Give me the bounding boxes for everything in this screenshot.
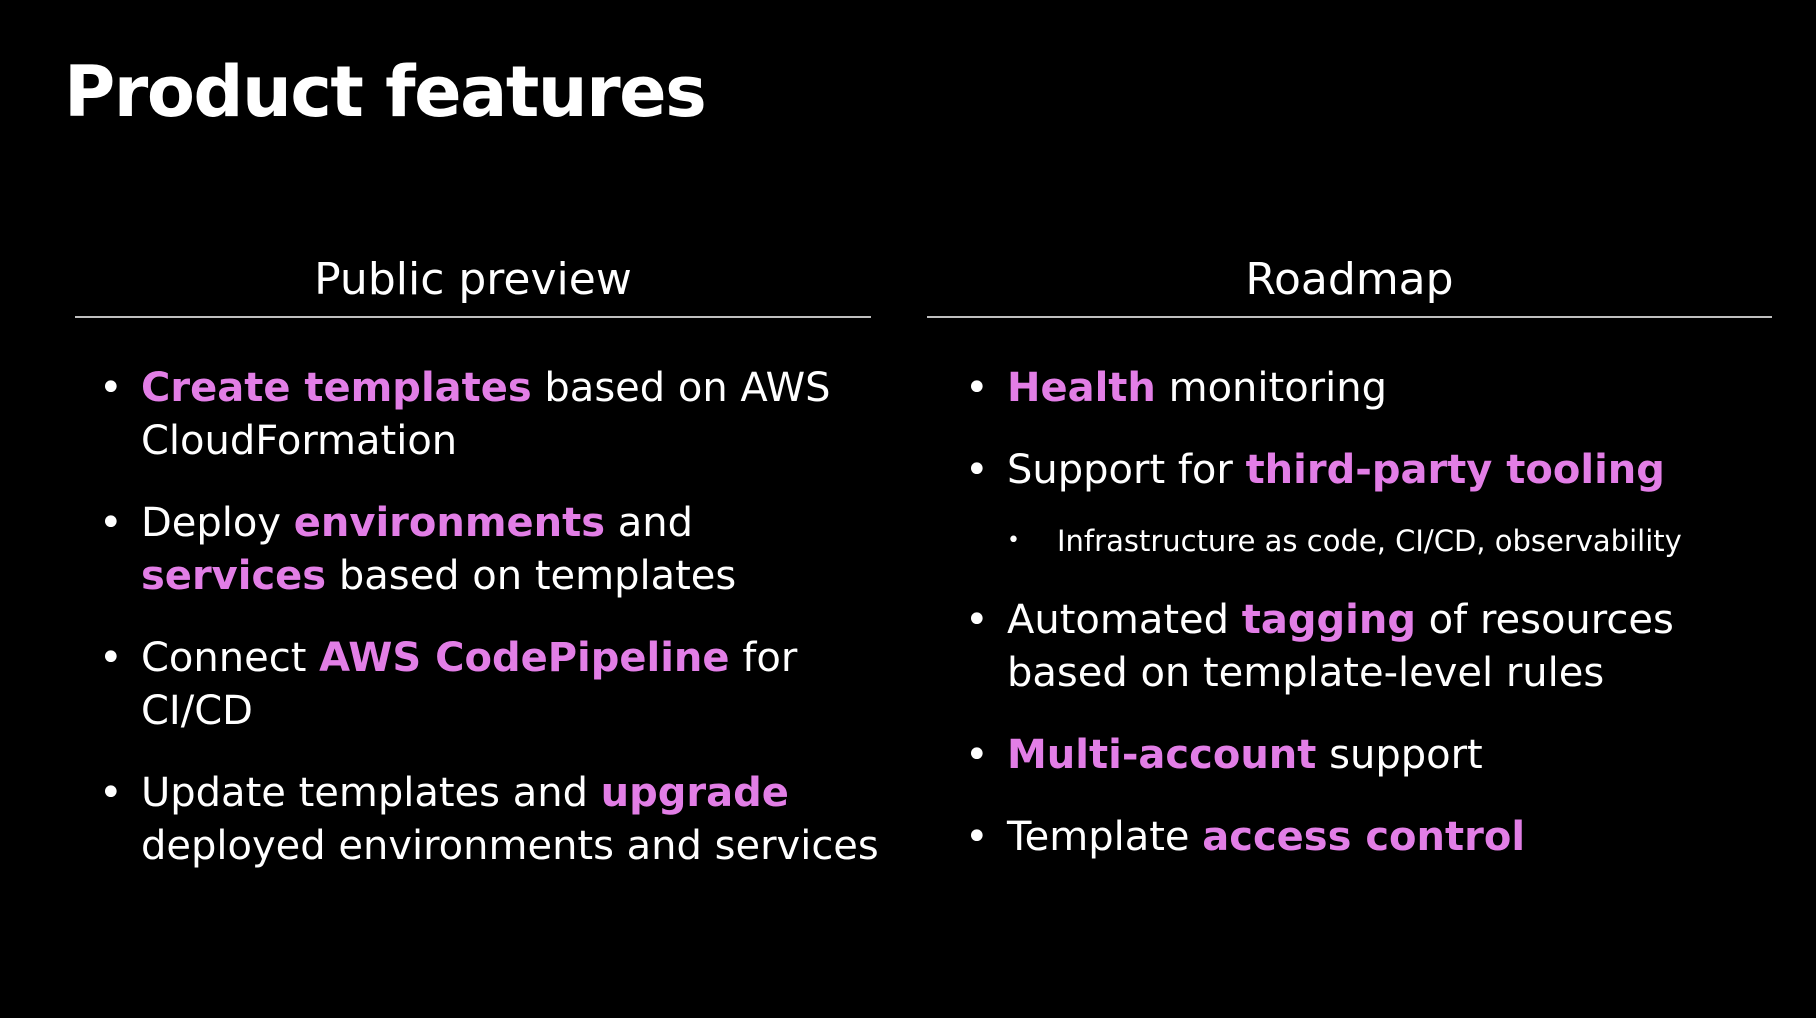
highlight-text: Multi-account — [1007, 732, 1317, 778]
list-item: • Support for third-party tooling — [965, 444, 1767, 497]
bullet-icon: • — [99, 770, 123, 816]
sub-item-text: Infrastructure as code, CI/CD, observabi… — [1057, 524, 1682, 558]
list-item: • Automated tagging of resources based o… — [965, 594, 1767, 700]
highlight-text: upgrade — [600, 770, 789, 816]
list-item: • Multi-account support — [965, 729, 1767, 782]
highlight-text: access control — [1202, 814, 1526, 860]
list-item: • Connect AWS CodePipeline for CI/CD — [99, 632, 881, 738]
public-preview-column: Public preview • Create templates based … — [75, 252, 879, 902]
slide-title: Product features — [64, 51, 707, 133]
bullet-icon: • — [99, 635, 123, 681]
public-preview-list: • Create templates based on AWS CloudFor… — [75, 362, 879, 873]
highlight-text: services — [141, 553, 327, 599]
item-text: based on templates — [326, 553, 737, 599]
item-text: monitoring — [1155, 365, 1387, 411]
bullet-icon: • — [99, 365, 123, 411]
list-item: • Template access control — [965, 811, 1767, 864]
roadmap-heading: Roadmap — [1245, 254, 1454, 305]
highlight-text: third-party tooling — [1245, 447, 1665, 493]
item-text: Automated — [1007, 597, 1242, 643]
list-item: • Update templates and upgrade deployed … — [99, 767, 881, 873]
highlight-text: AWS CodePipeline — [319, 635, 730, 681]
item-text: support — [1316, 732, 1483, 778]
sub-list-item: • Infrastructure as code, CI/CD, observa… — [1007, 522, 1772, 560]
item-text: Update templates and — [141, 770, 601, 816]
item-text: Deploy — [141, 500, 294, 546]
roadmap-divider — [927, 316, 1772, 318]
bullet-icon: • — [965, 447, 989, 493]
bullet-icon: • — [965, 597, 989, 643]
item-text: Connect — [141, 635, 320, 681]
highlight-text: tagging — [1241, 597, 1416, 643]
highlight-text: Create templates — [141, 365, 532, 411]
list-item: • Health monitoring — [965, 362, 1767, 415]
bullet-icon: • — [99, 500, 123, 546]
highlight-text: environments — [293, 500, 606, 546]
roadmap-column: Roadmap • Health monitoring • Support fo… — [927, 252, 1772, 893]
bullet-icon: • — [965, 814, 989, 860]
bullet-icon: • — [965, 732, 989, 778]
public-preview-heading: Public preview — [314, 254, 632, 305]
item-text: Template — [1007, 814, 1203, 860]
highlight-text: Health — [1007, 365, 1156, 411]
item-text: Support for — [1007, 447, 1246, 493]
bullet-icon: • — [965, 365, 989, 411]
list-item: • Create templates based on AWS CloudFor… — [99, 362, 881, 468]
item-text: and — [605, 500, 694, 546]
bullet-icon: • — [1007, 528, 1020, 553]
roadmap-list: • Health monitoring • Support for third-… — [927, 362, 1772, 864]
slide: Product features Public preview • Create… — [0, 0, 1816, 1018]
list-item: • Deploy environments and services based… — [99, 497, 881, 603]
public-preview-divider — [75, 316, 871, 318]
item-text: deployed environments and services — [141, 823, 879, 869]
